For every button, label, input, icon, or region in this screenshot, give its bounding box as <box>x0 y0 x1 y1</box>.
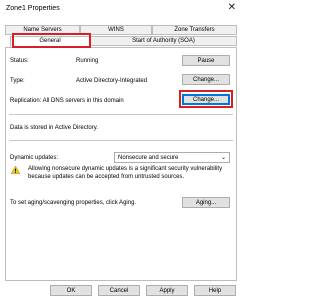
close-icon[interactable]: ✕ <box>228 3 236 13</box>
tab-name-servers[interactable]: Name Servers <box>5 25 80 35</box>
title-bar: Zone1 Properties ✕ <box>0 0 242 18</box>
status-label: Status: <box>10 58 29 64</box>
tab-zone-transfers[interactable]: Zone Transfers <box>152 25 237 35</box>
warning-icon <box>11 166 20 174</box>
type-value: Active Directory-Integrated <box>76 78 148 84</box>
change-replication-button[interactable]: Change... <box>182 94 230 105</box>
type-label: Type: <box>10 78 25 84</box>
dynamic-updates-select[interactable]: Nonsecure and secure ⌄ <box>114 152 230 163</box>
tab-wins[interactable]: WINS <box>80 25 152 35</box>
tab-general[interactable]: General <box>10 36 90 47</box>
aging-text: To set aging/scavenging properties, clic… <box>10 200 137 206</box>
change-type-button[interactable]: Change... <box>182 74 230 85</box>
ok-button[interactable]: OK <box>50 285 92 296</box>
help-button[interactable]: Help <box>194 285 236 296</box>
pause-button[interactable]: Pause <box>182 55 230 66</box>
dynamic-updates-value: Nonsecure and secure <box>118 155 179 161</box>
apply-button[interactable]: Apply <box>146 285 188 296</box>
tab-soa[interactable]: Start of Authority (SOA) <box>90 36 237 46</box>
window-title: Zone1 Properties <box>6 5 60 12</box>
warning-text: Allowing nonsecure dynamic updates is a … <box>28 166 223 180</box>
chevron-down-icon: ⌄ <box>220 155 226 161</box>
separator <box>9 114 233 115</box>
separator <box>9 140 233 141</box>
status-value: Running <box>76 58 99 64</box>
cancel-button[interactable]: Cancel <box>98 285 140 296</box>
data-stored-text: Data is stored in Active Directory. <box>10 125 98 131</box>
dynamic-updates-label: Dynamic updates: <box>10 155 59 161</box>
aging-button[interactable]: Aging... <box>182 197 230 208</box>
replication-text: Replication: All DNS servers in this dom… <box>10 98 124 104</box>
